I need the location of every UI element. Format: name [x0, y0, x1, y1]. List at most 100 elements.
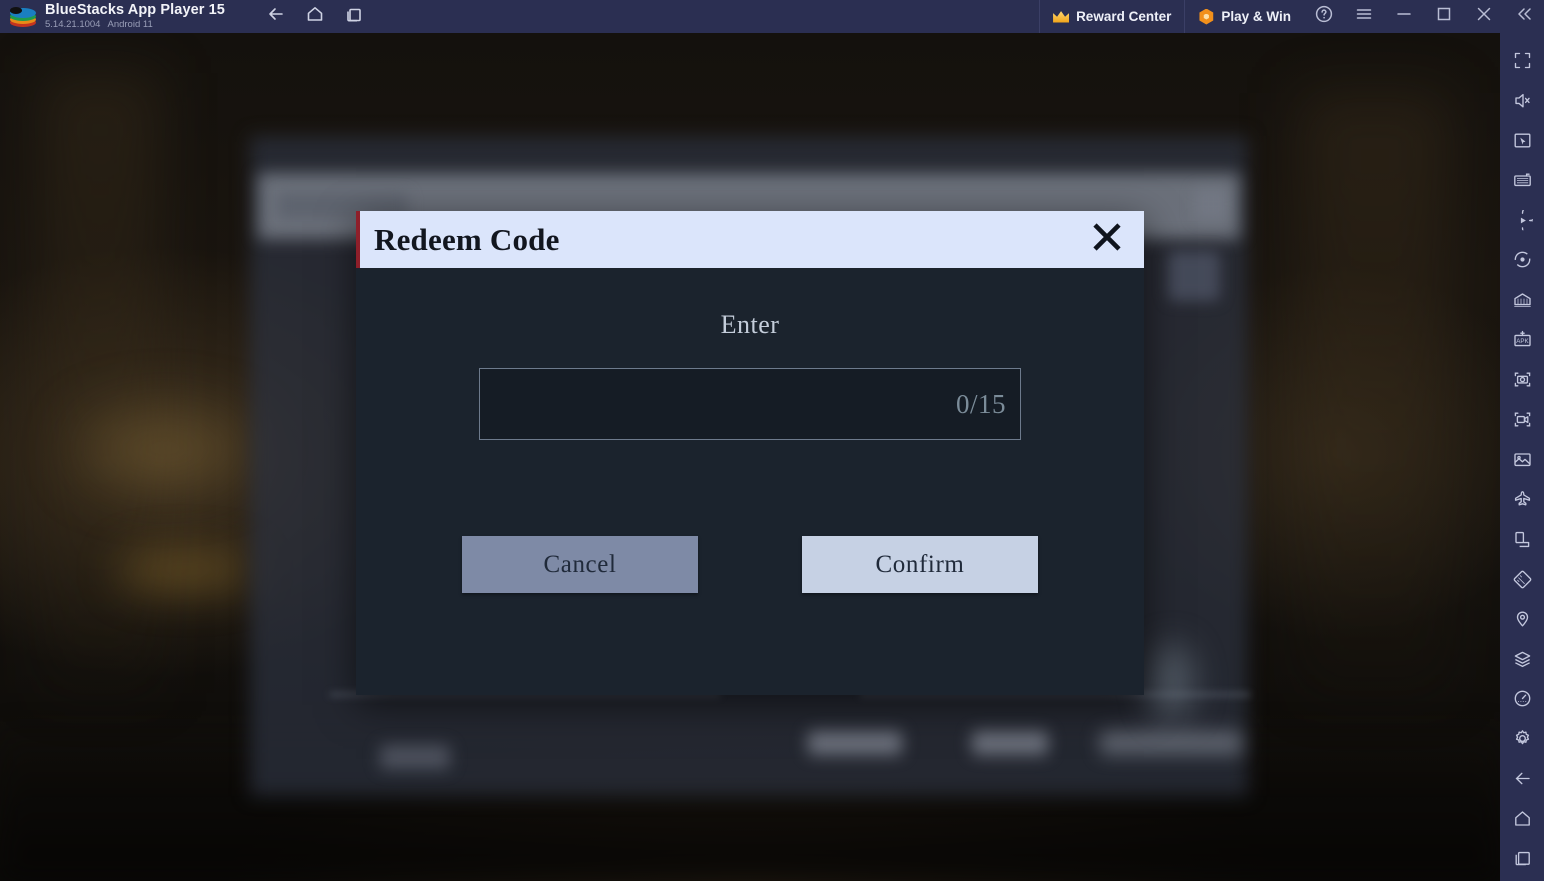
record-circle-icon — [1512, 249, 1533, 275]
blurred-panel-tag-a — [380, 745, 450, 769]
image-gallery-icon — [1512, 449, 1533, 475]
layers-icon — [1512, 649, 1533, 675]
sidebar-item-recents[interactable] — [1500, 841, 1544, 881]
hamburger-menu-icon — [1354, 4, 1374, 29]
sidebar-item-home[interactable] — [1500, 801, 1544, 841]
cursor-box-icon — [1512, 130, 1533, 156]
home-icon — [305, 4, 325, 29]
sidebar-item-controls[interactable] — [1500, 123, 1544, 163]
app-version: 5.14.21.1004 — [45, 18, 101, 30]
home-icon — [1512, 808, 1533, 834]
sidebar-item-back[interactable] — [1500, 761, 1544, 801]
arrow-left-icon — [1512, 768, 1533, 794]
sidebar-item-screen-record[interactable] — [1500, 402, 1544, 442]
titlebar-home-button[interactable] — [302, 4, 328, 30]
instance-manager-icon — [1512, 289, 1533, 315]
play-and-win-button[interactable]: Play & Win — [1184, 0, 1304, 33]
close-x-icon — [1090, 220, 1124, 259]
apk-install-icon: APK — [1512, 329, 1533, 355]
cancel-button[interactable]: Cancel — [462, 536, 698, 593]
sidebar-item-location[interactable] — [1500, 602, 1544, 642]
sidebar-item-shake[interactable] — [1500, 482, 1544, 522]
multi-window-icon — [344, 4, 364, 29]
window-controls — [1304, 0, 1544, 33]
video-camera-icon — [1512, 409, 1533, 435]
question-circle-icon — [1314, 4, 1334, 29]
blurred-panel-avatar — [1168, 251, 1220, 301]
reward-center-button[interactable]: Reward Center — [1039, 0, 1184, 33]
sidebar-item-settings[interactable] — [1500, 721, 1544, 761]
character-counter: 0/15 — [955, 388, 1006, 419]
chevron-double-left-icon — [1514, 4, 1534, 29]
redeem-code-dialog: Redeem Code Enter 0/15 Cancel Confirm — [356, 211, 1144, 695]
titlebar-back-button[interactable] — [263, 4, 289, 30]
fullscreen-icon — [1512, 50, 1533, 76]
sidebar-item-layers[interactable] — [1500, 642, 1544, 682]
redeem-code-input[interactable]: 0/15 — [479, 368, 1021, 440]
redeem-code-label: Enter — [720, 310, 780, 339]
dialog-header: Redeem Code — [356, 211, 1144, 268]
arrow-left-icon — [266, 4, 286, 29]
sidebar-item-macro[interactable] — [1500, 163, 1544, 203]
blurred-panel-tag-b — [808, 731, 902, 755]
sidebar-item-performance[interactable] — [1500, 682, 1544, 722]
speaker-mute-icon — [1512, 90, 1533, 116]
background-pillar-right — [1300, 93, 1450, 693]
blurred-background-figure — [1150, 643, 1194, 721]
rotate-screen-icon — [1512, 529, 1533, 555]
speedometer-icon — [1512, 688, 1533, 714]
help-button[interactable] — [1304, 0, 1344, 33]
gear-icon — [1512, 728, 1533, 754]
blurred-panel-tag-d — [1100, 731, 1242, 755]
blurred-panel-tag-c — [972, 731, 1048, 755]
sidebar-item-fullscreen[interactable] — [1500, 43, 1544, 83]
sidebar-item-install-apk[interactable]: APK — [1500, 322, 1544, 362]
close-button[interactable] — [1464, 0, 1504, 33]
dialog-body: Enter 0/15 Cancel Confirm — [356, 268, 1144, 695]
app-title-block: BlueStacks App Player 15 5.14.21.1004 And… — [45, 2, 225, 31]
location-pin-icon — [1512, 609, 1533, 635]
maximize-button[interactable] — [1424, 0, 1464, 33]
menu-button[interactable] — [1344, 0, 1384, 33]
blurred-panel-header-button — [1195, 188, 1227, 220]
minimize-button[interactable] — [1384, 0, 1424, 33]
titlebar-recents-button[interactable] — [341, 4, 367, 30]
sidebar-item-script[interactable] — [1500, 203, 1544, 243]
sidebar-item-rotate[interactable] — [1500, 522, 1544, 562]
bluestacks-right-toolbar: APK — [1500, 33, 1544, 881]
keymap-box-icon — [1512, 170, 1533, 196]
background-glow-two — [120, 553, 250, 589]
play-circle-icon — [1512, 204, 1538, 236]
multi-window-icon — [1512, 848, 1533, 874]
sidebar-item-tilt[interactable] — [1500, 562, 1544, 602]
minimize-icon — [1394, 4, 1414, 29]
sidebar-item-mute[interactable] — [1500, 83, 1544, 123]
sidebar-item-multi-instance[interactable] — [1500, 282, 1544, 322]
crown-icon — [1053, 11, 1070, 23]
background-pillar-left — [40, 73, 160, 693]
play-and-win-label: Play & Win — [1221, 9, 1291, 24]
tilt-icon — [1512, 569, 1533, 595]
dialog-accent-bar — [356, 211, 360, 268]
dialog-actions: Cancel Confirm — [462, 536, 1038, 593]
bluestacks-logo-icon — [10, 4, 36, 30]
airplane-icon — [1512, 489, 1533, 515]
hex-coin-icon — [1199, 8, 1214, 25]
titlebar-right-cluster: Reward Center Play & Win — [1039, 0, 1544, 33]
android-nav-buttons — [263, 4, 367, 30]
confirm-button[interactable]: Confirm — [802, 536, 1038, 593]
dialog-close-button[interactable] — [1085, 218, 1129, 262]
reward-center-label: Reward Center — [1076, 9, 1172, 24]
maximize-icon — [1434, 4, 1454, 29]
dialog-title: Redeem Code — [374, 221, 560, 257]
sidebar-item-screenshot[interactable] — [1500, 362, 1544, 402]
window-title-bar: BlueStacks App Player 15 5.14.21.1004 And… — [0, 0, 1544, 33]
collapse-sidebar-button[interactable] — [1504, 0, 1544, 33]
sidebar-item-record[interactable] — [1500, 243, 1544, 283]
svg-text:APK: APK — [1516, 338, 1529, 345]
background-glow-one — [80, 413, 250, 483]
app-version-line: 5.14.21.1004 Android 11 — [45, 19, 225, 31]
camera-icon — [1512, 369, 1533, 395]
sidebar-item-media-manager[interactable] — [1500, 442, 1544, 482]
bluestacks-window: BlueStacks App Player 15 5.14.21.1004 And… — [0, 0, 1544, 881]
